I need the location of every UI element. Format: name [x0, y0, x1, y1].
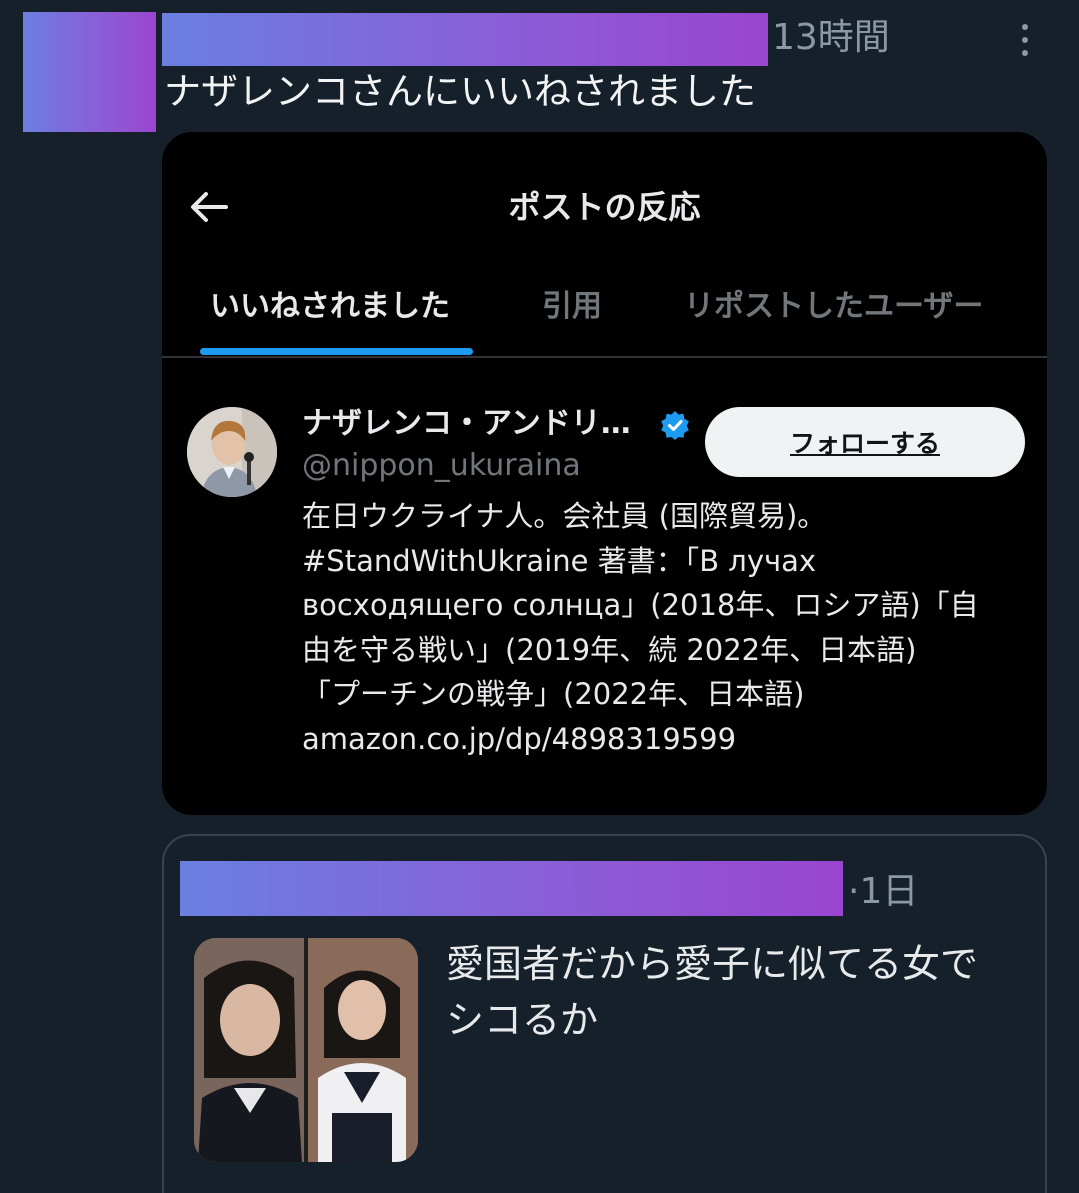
- redacted-username[interactable]: [162, 13, 768, 66]
- bio-link[interactable]: amazon.co.jp/dp/4898319599: [302, 717, 1032, 762]
- bio-line: 由を守る戦い」(2019年、続 2022年、日本語): [302, 632, 917, 667]
- more-icon[interactable]: [1010, 20, 1040, 60]
- tab-quotes[interactable]: 引用: [542, 284, 602, 330]
- user-avatar[interactable]: [187, 407, 277, 497]
- tab-liked[interactable]: いいねされました: [210, 284, 450, 330]
- tab-bar: いいねされました 引用 リポストしたユーザー: [162, 262, 1047, 357]
- redacted-quoted-username[interactable]: [180, 861, 843, 916]
- quoted-post-text: 愛国者だから愛子に似てる女で シコるか: [446, 936, 1036, 1048]
- user-bio: 在日ウクライナ人。会社員 (国際貿易)。 #StandWithUkraine 著…: [302, 494, 1032, 761]
- follow-button[interactable]: フォローする: [705, 407, 1025, 477]
- bio-line[interactable]: #StandWithUkraine 著書：「В лучах: [302, 539, 1032, 584]
- quoted-post-image[interactable]: [194, 938, 418, 1162]
- tab-reposts[interactable]: リポストしたユーザー: [684, 284, 983, 330]
- bio-line: 在日ウクライナ人。会社員 (国際貿易)。: [302, 499, 827, 533]
- post-reactions-card[interactable]: ポストの反応 いいねされました 引用 リポストしたユーザー ナザレンコ・アンドリ…: [162, 132, 1047, 815]
- user-display-name[interactable]: ナザレンコ・アンドリ…: [302, 402, 631, 446]
- redacted-avatar[interactable]: [23, 12, 156, 132]
- user-handle[interactable]: @nippon_ukuraina: [302, 444, 581, 488]
- bio-line: 「プーチンの戦争」(2022年、日本語): [302, 677, 805, 711]
- quoted-post-time: ·1日: [848, 871, 919, 912]
- verified-badge-icon: [661, 411, 689, 440]
- quoted-text-line: 愛国者だから愛子に似てる女で: [446, 942, 979, 986]
- active-tab-indicator: [200, 348, 473, 355]
- quoted-post[interactable]: ·1日 愛国者だから愛子に似てる女で シコるか: [162, 834, 1047, 1193]
- page-title: ポストの反応: [508, 188, 701, 226]
- notification-text: ナザレンコさんにいいねされました: [164, 70, 756, 113]
- notification-time: 13時間: [772, 17, 890, 58]
- bio-line: восходящего солнца」(2018年、ロシア語)「自: [302, 588, 979, 622]
- quoted-text-line: シコるか: [446, 998, 599, 1042]
- divider: [162, 356, 1047, 358]
